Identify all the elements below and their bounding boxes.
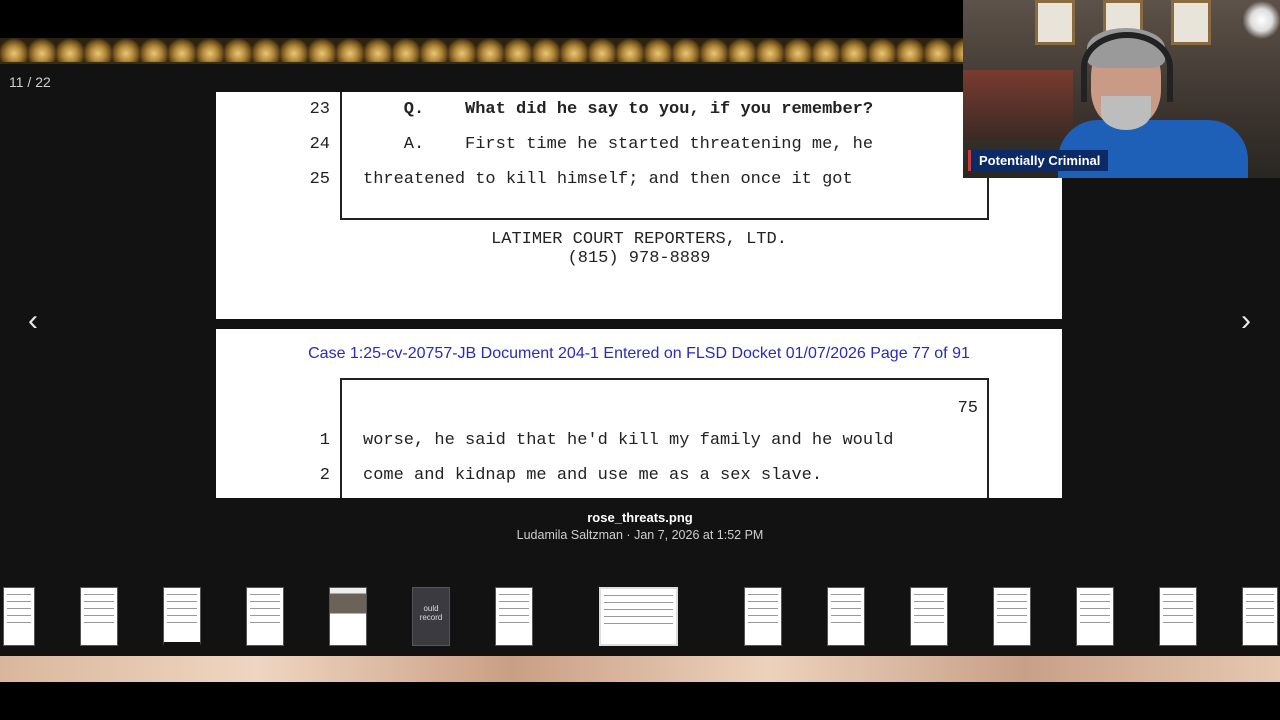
- thumbnail[interactable]: [80, 587, 118, 646]
- line-number: 25: [309, 170, 330, 189]
- file-meta: Ludamila Saltzman · Jan 7, 2026 at 1:52 …: [516, 528, 764, 542]
- thumbnail[interactable]: [827, 587, 865, 646]
- channel-label: Potentially Criminal: [968, 150, 1109, 171]
- wall-frame: [1035, 0, 1075, 45]
- thumbnail-current[interactable]: [599, 587, 678, 646]
- thumbnail[interactable]: [910, 587, 948, 646]
- transcript-line: A. First time he started threatening me,…: [363, 135, 874, 154]
- thumbnail[interactable]: [744, 587, 782, 646]
- transcript-line: come and kidnap me and use me as a sex s…: [363, 466, 823, 485]
- chevron-left-icon[interactable]: ‹: [18, 306, 48, 336]
- webcam-overlay: Potentially Criminal: [963, 0, 1280, 178]
- chevron-right-icon[interactable]: ›: [1231, 306, 1261, 336]
- reporter-name: LATIMER COURT REPORTERS, LTD.: [491, 230, 787, 249]
- thumbnail[interactable]: [246, 587, 284, 646]
- transcript-line: worse, he said that he'd kill my family …: [363, 431, 894, 450]
- headset-icon: [1081, 32, 1173, 102]
- line-number: 2: [319, 466, 330, 485]
- shelf: [963, 70, 1073, 140]
- image-counter: 11 / 22: [9, 74, 51, 90]
- marble-frame-border: [0, 656, 1280, 682]
- transcript-line: Q. What did he say to you, if you rememb…: [363, 100, 874, 119]
- wall-frame: [1171, 0, 1211, 45]
- thumbnail[interactable]: ould record: [412, 587, 450, 646]
- line-number: 1: [319, 431, 330, 450]
- thumbnail[interactable]: [3, 587, 35, 646]
- thumbnail[interactable]: [993, 587, 1031, 646]
- thumbnail[interactable]: [329, 587, 367, 646]
- lamp: [1243, 0, 1280, 40]
- page-separator: [216, 319, 1062, 329]
- document-page-top: 23 Q. What did he say to you, if you rem…: [216, 92, 1062, 319]
- line-number: 23: [309, 100, 330, 119]
- thumbnail[interactable]: [1076, 587, 1114, 646]
- line-number: 24: [309, 135, 330, 154]
- transcript-line: threatened to kill himself; and then onc…: [363, 170, 853, 189]
- page-number: 75: [957, 399, 978, 418]
- thumbnail[interactable]: [1159, 587, 1197, 646]
- thumbnail[interactable]: [163, 587, 201, 646]
- docket-header: Case 1:25-cv-20757-JB Document 204-1 Ent…: [308, 345, 970, 362]
- document-page-bottom: Case 1:25-cv-20757-JB Document 204-1 Ent…: [216, 329, 1062, 498]
- reporter-phone: (815) 978-8889: [567, 249, 711, 268]
- thumbnail[interactable]: [495, 587, 533, 646]
- thumbnail[interactable]: [1242, 587, 1278, 646]
- bottom-letterbox: [0, 682, 1280, 720]
- file-name: rose_threats.png: [587, 510, 693, 525]
